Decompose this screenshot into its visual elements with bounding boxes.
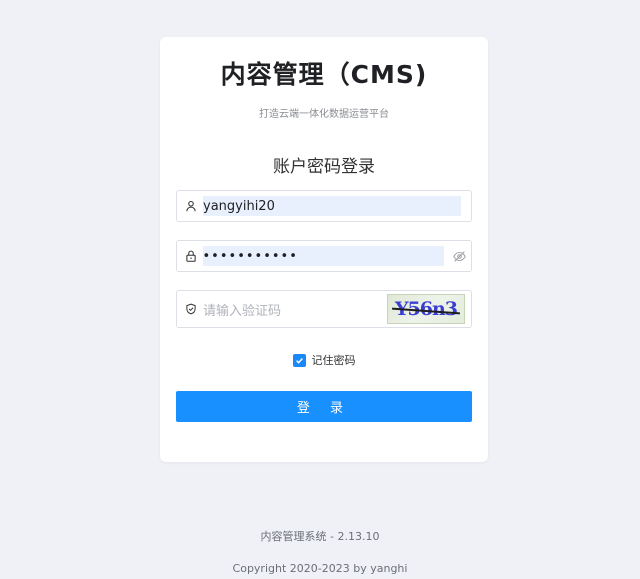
username-input[interactable]: yangyihi20 [203,196,461,216]
password-field[interactable]: ••••••••••• [176,240,472,272]
login-heading: 账户密码登录 [273,157,375,177]
lock-icon [179,241,203,271]
checkmark-icon [295,357,303,364]
password-input[interactable]: ••••••••••• [202,246,444,266]
user-icon [179,191,203,221]
footer-copyright: Copyright 2020-2023 by yanghi [232,562,408,575]
captcha-input[interactable]: 请输入验证码 [203,300,387,319]
login-button[interactable]: 登 录 [176,391,472,422]
remember-label: 记住密码 [311,354,356,367]
eye-off-icon[interactable] [448,241,472,271]
page-title: 内容管理（CMS) [220,60,428,89]
username-field[interactable]: yangyihi20 [176,190,472,222]
footer-version: 内容管理系统 - 2.13.10 [260,530,380,543]
page-subtitle: 打造云端一体化数据运营平台 [259,109,389,120]
login-card: 内容管理（CMS) 打造云端一体化数据运营平台 账户密码登录 yangyihi2… [160,37,488,462]
shield-icon [179,291,203,327]
captcha-image[interactable]: Y56n3 [387,294,465,324]
remember-checkbox[interactable] [292,353,306,367]
captcha-field[interactable]: 请输入验证码 Y56n3 [176,290,472,328]
remember-password[interactable]: 记住密码 [160,352,488,368]
